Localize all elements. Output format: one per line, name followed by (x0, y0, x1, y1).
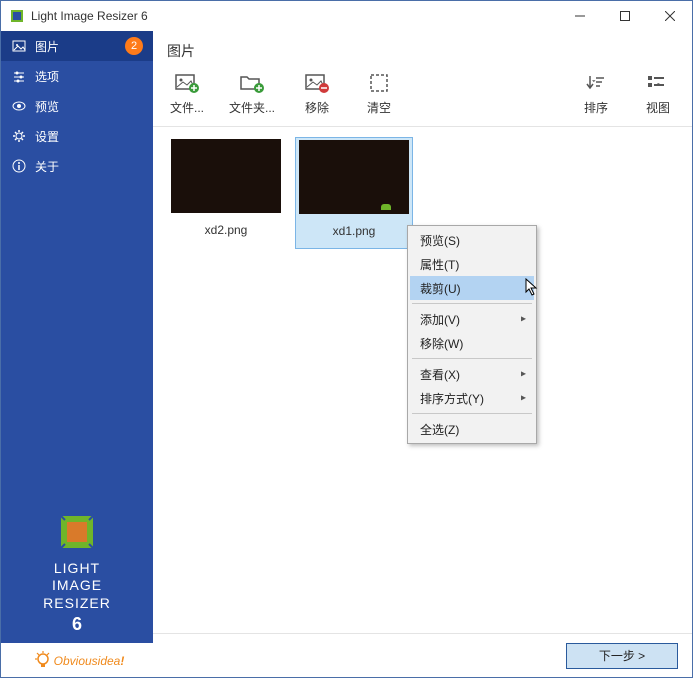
add-folder-button[interactable]: 文件夹... (229, 71, 275, 116)
add-folder-icon (240, 71, 264, 95)
remove-icon (305, 71, 329, 95)
clear-button[interactable]: 清空 (359, 71, 399, 116)
main-area: 图片 文件... 文件夹... 移除 清空 (153, 31, 692, 677)
close-button[interactable] (647, 1, 692, 31)
tool-label: 排序 (584, 99, 608, 116)
tool-label: 清空 (367, 99, 391, 116)
brand-line3: RESIZER (43, 595, 111, 613)
obviousidea-link[interactable]: Obviousidea! (1, 643, 153, 677)
eye-icon (11, 98, 27, 114)
sort-button[interactable]: 排序 (576, 71, 616, 116)
brand-line1: LIGHT (54, 560, 100, 578)
tool-label: 移除 (305, 99, 329, 116)
sliders-icon (11, 68, 27, 84)
add-file-icon (175, 71, 199, 95)
image-icon (11, 38, 27, 54)
view-icon (646, 71, 670, 95)
obviousidea-label: Obviousidea! (54, 652, 125, 668)
menu-separator (412, 303, 532, 304)
gear-icon (11, 128, 27, 144)
next-button[interactable]: 下一步 > (566, 643, 678, 669)
sort-icon (584, 71, 608, 95)
sidebar-item-label: 设置 (35, 128, 59, 145)
sidebar-item-label: 选项 (35, 68, 59, 85)
thumbnail-caption: xd1.png (333, 220, 376, 246)
sidebar: 图片 2 选项 预览 设置 关于 LIGHT (1, 31, 153, 677)
clear-icon (367, 71, 391, 95)
body: 图片 2 选项 预览 设置 关于 LIGHT (1, 31, 692, 677)
menu-item-remove[interactable]: 移除(W) (410, 331, 534, 355)
app-icon (9, 8, 25, 24)
submenu-arrow-icon: ▸ (521, 393, 526, 404)
thumbnail-image (299, 140, 409, 214)
tool-label: 文件... (170, 99, 204, 116)
menu-separator (412, 358, 532, 359)
submenu-arrow-icon: ▸ (521, 369, 526, 380)
tool-label: 视图 (646, 99, 670, 116)
maximize-button[interactable] (602, 1, 647, 31)
menu-item-preview[interactable]: 预览(S) (410, 228, 534, 252)
toolbar: 文件... 文件夹... 移除 清空 排序 (153, 65, 692, 127)
submenu-arrow-icon: ▸ (521, 314, 526, 325)
menu-item-selectall[interactable]: 全选(Z) (410, 417, 534, 441)
menu-item-properties[interactable]: 属性(T) (410, 252, 534, 276)
view-button[interactable]: 视图 (638, 71, 678, 116)
menu-item-crop[interactable]: 裁剪(U) (410, 276, 534, 300)
menu-item-sortby[interactable]: 排序方式(Y)▸ (410, 386, 534, 410)
thumbnail-caption: xd2.png (205, 219, 248, 245)
sidebar-item-label: 预览 (35, 98, 59, 115)
add-files-button[interactable]: 文件... (167, 71, 207, 116)
sidebar-item-settings[interactable]: 设置 (1, 121, 153, 151)
sidebar-item-label: 图片 (35, 38, 59, 55)
thumbnail-item[interactable]: xd2.png (167, 137, 285, 249)
brand-logo: LIGHT IMAGE RESIZER 6 (1, 500, 153, 644)
page-title: 图片 (153, 31, 692, 65)
titlebar[interactable]: Light Image Resizer 6 (1, 1, 692, 31)
bulb-icon (30, 649, 52, 671)
thumbnail-area[interactable]: xd2.png xd1.png 预览(S) 属性(T) 裁剪(U) 添加(V)▸… (153, 127, 692, 633)
sidebar-item-images[interactable]: 图片 2 (1, 31, 153, 61)
sidebar-item-options[interactable]: 选项 (1, 61, 153, 91)
footer: 下一步 > (153, 633, 692, 677)
sidebar-item-preview[interactable]: 预览 (1, 91, 153, 121)
sidebar-item-label: 关于 (35, 158, 59, 175)
context-menu: 预览(S) 属性(T) 裁剪(U) 添加(V)▸ 移除(W) 查看(X)▸ 排序… (407, 225, 537, 444)
sidebar-item-about[interactable]: 关于 (1, 151, 153, 181)
count-badge: 2 (125, 37, 143, 55)
remove-button[interactable]: 移除 (297, 71, 337, 116)
brand-version: 6 (72, 614, 82, 635)
window-title: Light Image Resizer 6 (31, 9, 557, 23)
minimize-button[interactable] (557, 1, 602, 31)
info-icon (11, 158, 27, 174)
brand-line2: IMAGE (52, 577, 102, 595)
tool-label: 文件夹... (229, 99, 275, 116)
menu-item-add[interactable]: 添加(V)▸ (410, 307, 534, 331)
menu-separator (412, 413, 532, 414)
thumbnail-image (171, 139, 281, 213)
thumbnail-item[interactable]: xd1.png (295, 137, 413, 249)
menu-item-view[interactable]: 查看(X)▸ (410, 362, 534, 386)
app-window: Light Image Resizer 6 图片 2 选项 预览 设置 (0, 0, 693, 678)
